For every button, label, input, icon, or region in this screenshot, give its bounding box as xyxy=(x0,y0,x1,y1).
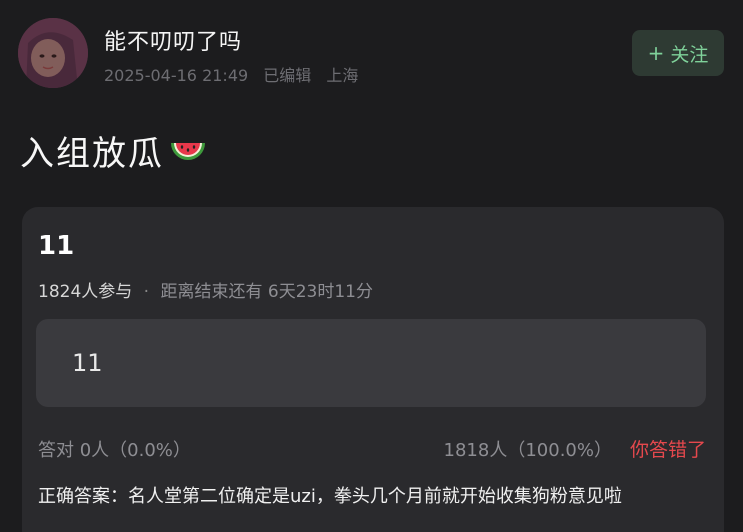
post-page: 能不叨叨了吗 2025-04-16 21:49 已编辑 上海 + 关注 入组放瓜… xyxy=(0,0,743,532)
plus-icon: + xyxy=(647,41,665,65)
poll-stats: 1824人参与 · 距离结束还有 6天23时11分 xyxy=(38,277,373,302)
poll-result: 答对 0人（0.0%） 1818人（100.0%） 你答错了 xyxy=(38,435,706,462)
poll-option-label: 11 xyxy=(72,349,103,377)
correct-count: 答对 0人（0.0%） xyxy=(38,439,191,461)
separator-dot: · xyxy=(143,282,150,302)
avatar[interactable] xyxy=(18,18,88,88)
avatar-image xyxy=(18,18,88,88)
correct-answer: 正确答案：名人堂第二位确定是uzi，拳头几个月前就开始收集狗粉意见啦 xyxy=(38,486,622,507)
edited-tag: 已编辑 xyxy=(263,66,312,85)
wrong-status: 你答错了 xyxy=(629,439,706,461)
poll-title: 11 xyxy=(38,231,75,261)
post-location: 上海 xyxy=(326,66,359,85)
follow-label: 关注 xyxy=(670,43,709,66)
post-date: 2025-04-16 21:49 xyxy=(104,66,249,85)
poll-countdown: 距离结束还有 6天23时11分 xyxy=(160,282,373,302)
post-meta: 2025-04-16 21:49 已编辑 上海 xyxy=(104,62,368,86)
post-content: 入组放瓜 xyxy=(20,126,208,175)
post-text: 入组放瓜 xyxy=(20,134,164,174)
wrong-count: 1818人（100.0%） xyxy=(443,439,612,461)
participant-count: 1824人参与 xyxy=(38,282,133,302)
watermelon-icon xyxy=(168,135,208,167)
poll-option[interactable]: 11 xyxy=(36,319,706,407)
username[interactable]: 能不叨叨了吗 xyxy=(104,24,242,56)
poll-card: 11 1824人参与 · 距离结束还有 6天23时11分 11 答对 0人（0.… xyxy=(22,207,724,532)
follow-button[interactable]: + 关注 xyxy=(632,30,724,76)
